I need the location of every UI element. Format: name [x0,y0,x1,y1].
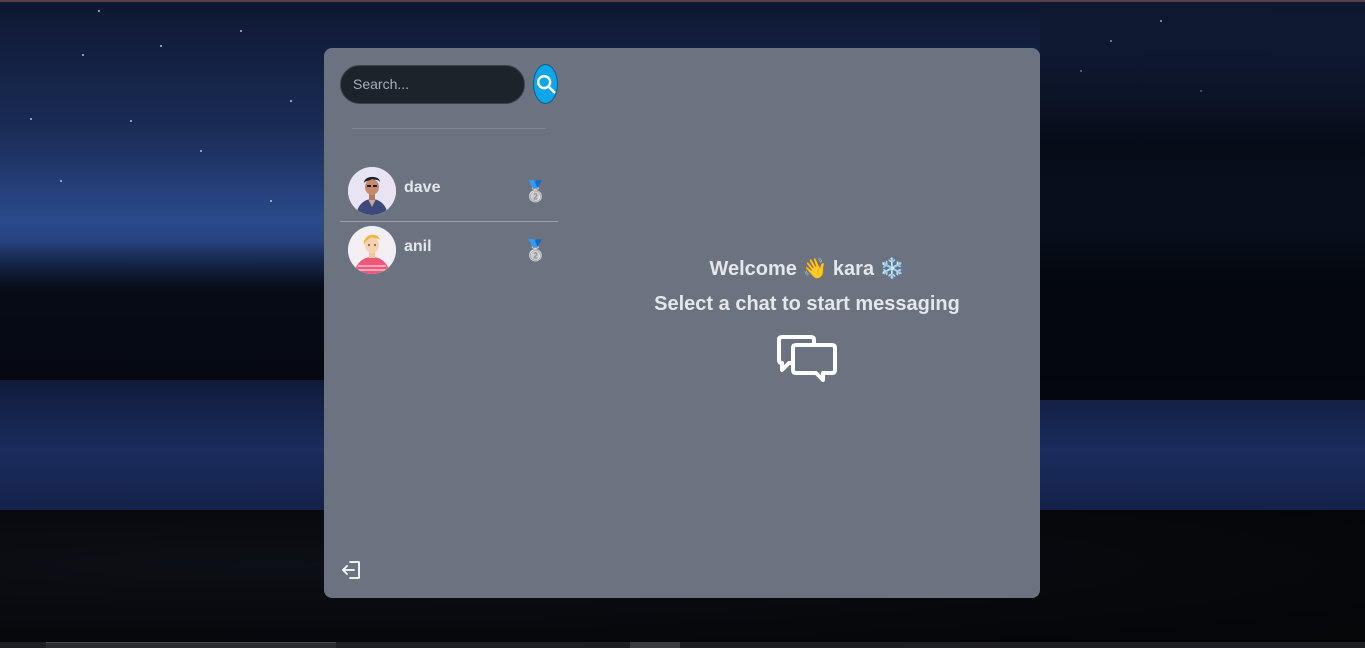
wave-emoji: 👋 [802,258,828,280]
search-button[interactable] [533,64,558,104]
conversation-name: anil [404,238,432,255]
medal-emoji: 🥈 [523,238,548,262]
sidebar-divider [352,128,546,129]
chat-bubbles-icon [777,335,837,382]
conversation-list: dave 🥈 anil 🥈 [340,163,558,278]
no-chat-selected-panel: Welcome 👋 kara ❄️ Select a chat to start… [574,48,1040,598]
conversation-item-dave[interactable]: dave 🥈 [340,163,558,219]
welcome-message: Welcome 👋 kara ❄️ [709,256,904,281]
search-input[interactable] [340,64,525,104]
search-icon [536,75,556,94]
chat-app-window: dave 🥈 anil 🥈 [324,48,1040,598]
logout-icon [342,561,360,579]
snowflake-emoji: ❄️ [879,258,905,280]
logout-button[interactable] [340,558,364,582]
username: kara [832,258,875,280]
conversation-name: dave [404,179,441,196]
medal-emoji: 🥈 [523,179,548,203]
male-avatar-icon [348,167,396,215]
select-chat-hint: Select a chat to start messaging [654,293,960,315]
conversation-item-anil[interactable]: anil 🥈 [340,221,558,278]
bottom-bar [0,642,1365,648]
palm-treeline [1040,0,1365,400]
search-form [340,64,558,104]
welcome-prefix: Welcome [709,258,797,280]
female-avatar-icon [348,226,396,274]
sidebar: dave 🥈 anil 🥈 [324,48,574,598]
